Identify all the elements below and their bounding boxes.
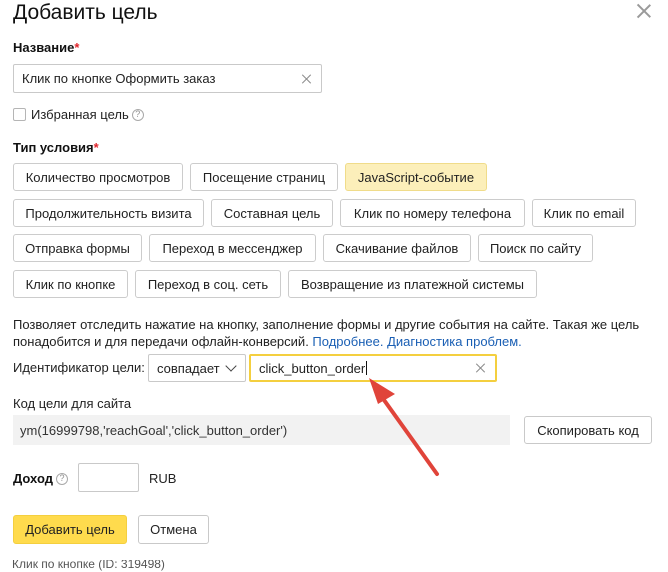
condition-chip-social-network[interactable]: Переход в соц. сеть bbox=[135, 270, 281, 298]
goal-identifier-input[interactable]: click_button_order bbox=[249, 354, 497, 382]
revenue-input[interactable] bbox=[78, 463, 139, 492]
more-link[interactable]: Подробнее. bbox=[312, 334, 383, 349]
name-label: Название* bbox=[13, 40, 79, 55]
condition-chip-page-visits[interactable]: Посещение страниц bbox=[190, 163, 338, 191]
revenue-label: Доход ? bbox=[13, 471, 68, 486]
dialog-title: Добавить цель bbox=[13, 1, 158, 24]
condition-chip-button-click[interactable]: Клик по кнопке bbox=[13, 270, 128, 298]
required-mark: * bbox=[74, 40, 80, 55]
favorite-goal-checkbox[interactable] bbox=[13, 108, 26, 121]
name-label-text: Название bbox=[13, 40, 75, 55]
favorite-goal-label[interactable]: Избранная цель bbox=[31, 107, 129, 122]
revenue-label-text: Доход bbox=[13, 471, 53, 486]
diagnostics-link[interactable]: Диагностика проблем. bbox=[387, 334, 522, 349]
condition-chip-messenger[interactable]: Переход в мессенджер bbox=[149, 234, 316, 262]
goal-identifier-value: click_button_order bbox=[259, 360, 475, 376]
condition-chip-file-download[interactable]: Скачивание файлов bbox=[323, 234, 471, 262]
goal-name-value: Клик по кнопке Оформить заказ bbox=[22, 71, 216, 86]
condition-chip-views[interactable]: Количество просмотров bbox=[13, 163, 183, 191]
match-type-value: совпадает bbox=[157, 360, 220, 376]
condition-description: Позволяет отследить нажатие на кнопку, з… bbox=[13, 316, 653, 350]
condition-chip-site-search[interactable]: Поиск по сайту bbox=[478, 234, 593, 262]
identifier-label: Идентификатор цели: bbox=[13, 360, 145, 375]
match-type-select[interactable]: совпадает bbox=[148, 354, 246, 382]
condition-chip-phone-click[interactable]: Клик по номеру телефона bbox=[340, 199, 525, 227]
condition-type-label: Тип условия* bbox=[13, 140, 99, 155]
clear-icon[interactable] bbox=[475, 362, 487, 374]
condition-type-label-text: Тип условия bbox=[13, 140, 94, 155]
goal-identifier-text: click_button_order bbox=[259, 360, 366, 376]
add-goal-dialog: Добавить цель Название* Клик по кнопке О… bbox=[0, 0, 668, 560]
condition-chip-payment-return[interactable]: Возвращение из платежной системы bbox=[288, 270, 537, 298]
copy-code-button[interactable]: Скопировать код bbox=[524, 416, 652, 444]
cancel-button[interactable]: Отмена bbox=[138, 515, 209, 544]
help-icon[interactable]: ? bbox=[131, 108, 144, 121]
condition-chip-javascript-event[interactable]: JavaScript-событие bbox=[345, 163, 487, 191]
background-goal-peek: Клик по кнопке (ID: 319498) bbox=[0, 560, 668, 572]
site-code-label: Код цели для сайта bbox=[13, 396, 132, 411]
condition-chip-visit-duration[interactable]: Продолжительность визита bbox=[13, 199, 204, 227]
add-goal-button[interactable]: Добавить цель bbox=[13, 515, 127, 544]
condition-chip-email-click[interactable]: Клик по email bbox=[532, 199, 636, 227]
favorite-goal-row: Избранная цель ? bbox=[13, 107, 144, 122]
condition-chip-form-submit[interactable]: Отправка формы bbox=[13, 234, 142, 262]
chevron-down-icon bbox=[224, 360, 237, 372]
currency-label: RUB bbox=[149, 471, 177, 486]
background-goal-text: Клик по кнопке (ID: 319498) bbox=[12, 560, 165, 571]
help-icon[interactable]: ? bbox=[55, 472, 68, 485]
required-mark: * bbox=[93, 140, 99, 155]
condition-chip-composite-goal[interactable]: Составная цель bbox=[211, 199, 333, 227]
site-code-value: ym(16999798,'reachGoal','click_button_or… bbox=[20, 422, 288, 438]
goal-name-input[interactable]: Клик по кнопке Оформить заказ bbox=[13, 64, 322, 93]
close-icon[interactable] bbox=[634, 1, 654, 21]
site-code-box[interactable]: ym(16999798,'reachGoal','click_button_or… bbox=[13, 415, 510, 445]
clear-icon[interactable] bbox=[301, 73, 313, 85]
